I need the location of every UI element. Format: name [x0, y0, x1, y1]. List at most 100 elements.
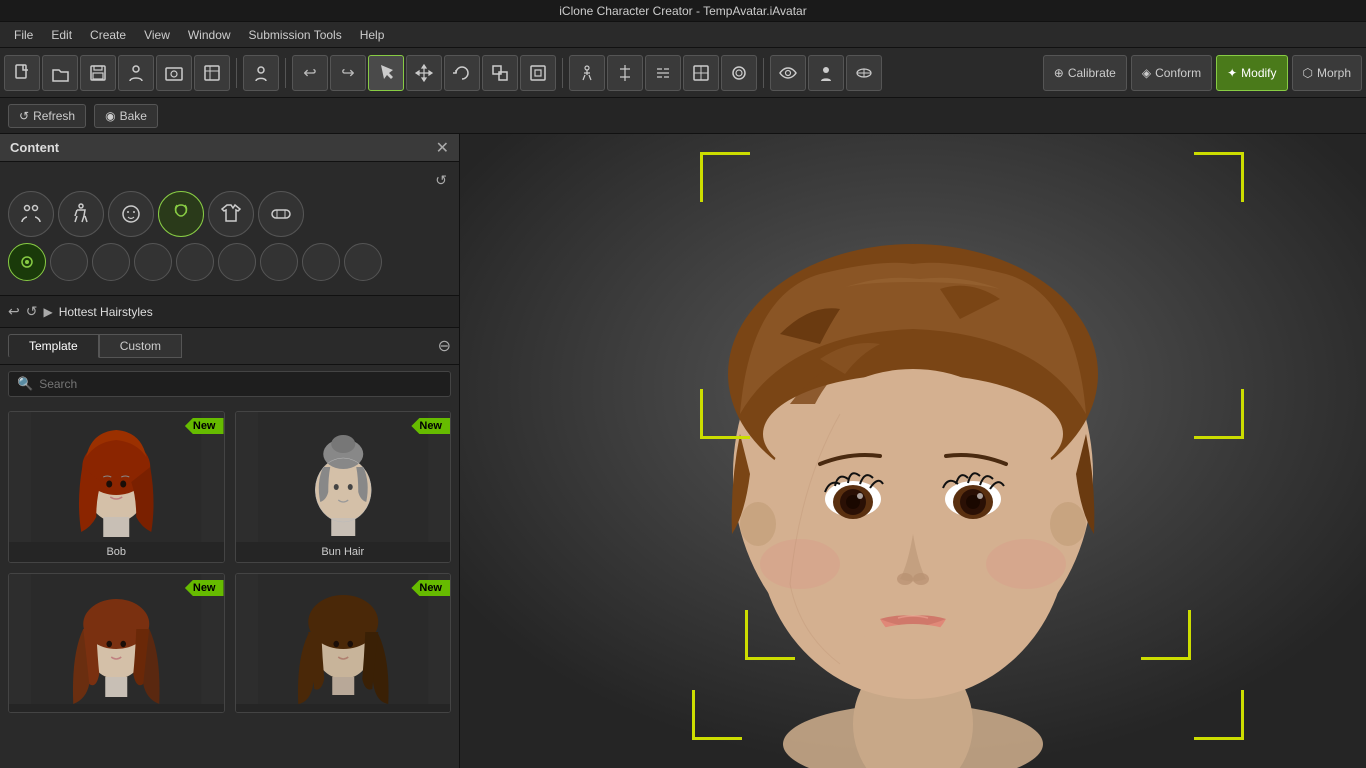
toolbar-rotate-btn[interactable]	[444, 55, 480, 91]
bracket-mid-right	[1194, 389, 1244, 439]
tab-template-btn[interactable]: Template	[8, 334, 99, 358]
toolbar-view-group	[770, 55, 882, 91]
category-face-btn[interactable]	[108, 191, 154, 237]
modify-label: Modify	[1241, 66, 1276, 80]
hair-grid: New Bob	[8, 411, 451, 713]
sub-cat-9-btn[interactable]	[344, 243, 382, 281]
hair-label-bun: Bun Hair	[236, 542, 451, 562]
sub-toolbar: ↺ Refresh ◉ Bake	[0, 98, 1366, 134]
morph-btn[interactable]: ⬡ Morph	[1292, 55, 1363, 91]
tabs-row: Template Custom ⊖	[0, 328, 459, 365]
viewport	[460, 134, 1366, 768]
toolbar-open-btn[interactable]	[42, 55, 78, 91]
toolbar-pose-group	[569, 55, 757, 91]
toolbar-scene-btn[interactable]	[194, 55, 230, 91]
toolbar-move-btn[interactable]	[406, 55, 442, 91]
tab-expand-btn[interactable]: ⊖	[438, 336, 451, 356]
toolbar-spread-btn[interactable]	[645, 55, 681, 91]
toolbar-redo-btn[interactable]: ↪	[330, 55, 366, 91]
toolbar-sep-1	[236, 58, 237, 88]
sub-cat-6-btn[interactable]	[218, 243, 256, 281]
conform-icon: ◈	[1142, 66, 1151, 80]
content-panel-header: Content ✕	[0, 134, 459, 162]
modify-icon: ✦	[1227, 66, 1237, 80]
morph-icon: ⬡	[1303, 66, 1313, 80]
refresh-breadcrumb-btn[interactable]: ↺	[26, 303, 38, 320]
refresh-label: Refresh	[33, 109, 75, 123]
toolbar-pose-btn[interactable]	[569, 55, 605, 91]
hair-item-long1[interactable]: New	[8, 573, 225, 713]
sub-cat-7-btn[interactable]	[260, 243, 298, 281]
sub-cat-4-btn[interactable]	[134, 243, 172, 281]
hair-label-long1	[9, 704, 224, 712]
calibrate-btn[interactable]: ⊕ Calibrate	[1043, 55, 1127, 91]
category-accessory-btn[interactable]	[258, 191, 304, 237]
category-body-btn[interactable]	[58, 191, 104, 237]
hair-label-bob: Bob	[9, 542, 224, 562]
new-badge-long2: New	[411, 580, 450, 596]
refresh-small-btn[interactable]: ↺	[435, 172, 447, 189]
bake-icon: ◉	[105, 109, 115, 123]
menu-create[interactable]: Create	[82, 26, 134, 44]
toolbar-sep-2	[285, 58, 286, 88]
toolbar-wireframe-btn[interactable]	[846, 55, 882, 91]
sub-cat-3-btn[interactable]	[92, 243, 130, 281]
toolbar-avatar-group	[243, 55, 279, 91]
sub-cat-5-btn[interactable]	[176, 243, 214, 281]
bracket-lower-left	[745, 610, 795, 660]
bracket-bottom-right	[1194, 690, 1244, 740]
search-box: 🔍	[8, 371, 451, 397]
toolbar-photo-btn[interactable]	[156, 55, 192, 91]
back-btn[interactable]: ↩	[8, 303, 20, 320]
sub-cat-8-btn[interactable]	[302, 243, 340, 281]
toolbar-new-btn[interactable]	[4, 55, 40, 91]
toolbar-scale-btn[interactable]	[482, 55, 518, 91]
toolbar-fit-btn[interactable]	[520, 55, 556, 91]
category-people-btn[interactable]	[8, 191, 54, 237]
refresh-btn[interactable]: ↺ Refresh	[8, 104, 86, 128]
search-input[interactable]	[39, 377, 442, 391]
morph-label: Morph	[1317, 66, 1351, 80]
menu-submission-tools[interactable]: Submission Tools	[241, 26, 350, 44]
hair-item-long2[interactable]: New	[235, 573, 452, 713]
new-badge-bob: New	[185, 418, 224, 434]
hair-item-bob[interactable]: New Bob	[8, 411, 225, 563]
toolbar-edit-group: ↩ ↪	[292, 55, 556, 91]
bracket-top-right	[1194, 152, 1244, 202]
conform-btn[interactable]: ◈ Conform	[1131, 55, 1212, 91]
toolbar-file-group	[4, 55, 230, 91]
toolbar-select-btn[interactable]	[368, 55, 404, 91]
calibrate-label: Calibrate	[1068, 66, 1116, 80]
menu-file[interactable]: File	[6, 26, 41, 44]
hair-item-bun[interactable]: New Bun Hair	[235, 411, 452, 563]
sub-cat-1-btn[interactable]	[8, 243, 46, 281]
hair-thumb-long1: New	[9, 574, 224, 704]
category-hair-btn[interactable]	[158, 191, 204, 237]
toolbar-sep-3	[562, 58, 563, 88]
calibrate-icon: ⊕	[1054, 66, 1064, 80]
toolbar-save-btn[interactable]	[80, 55, 116, 91]
toolbar-eye-btn[interactable]	[770, 55, 806, 91]
search-row: 🔍	[0, 365, 459, 403]
sub-cat-2-btn[interactable]	[50, 243, 88, 281]
toolbar-undo-btn[interactable]: ↩	[292, 55, 328, 91]
menu-view[interactable]: View	[136, 26, 178, 44]
menu-window[interactable]: Window	[180, 26, 239, 44]
bake-btn[interactable]: ◉ Bake	[94, 104, 158, 128]
category-clothing-btn[interactable]	[208, 191, 254, 237]
modify-btn[interactable]: ✦ Modify	[1216, 55, 1287, 91]
menu-edit[interactable]: Edit	[43, 26, 80, 44]
new-badge-bun: New	[411, 418, 450, 434]
content-panel-title: Content	[10, 140, 59, 155]
toolbar-silhouette-btn[interactable]	[808, 55, 844, 91]
toolbar-options-btn[interactable]	[721, 55, 757, 91]
close-panel-btn[interactable]: ✕	[436, 138, 449, 158]
main-category-row	[8, 191, 451, 237]
tab-custom-btn[interactable]: Custom	[99, 334, 182, 358]
toolbar-align2-btn[interactable]	[683, 55, 719, 91]
toolbar-align-btn[interactable]	[607, 55, 643, 91]
toolbar-character-btn[interactable]	[118, 55, 154, 91]
toolbar-avatar-btn[interactable]	[243, 55, 279, 91]
refresh-icon: ↺	[19, 109, 29, 123]
menu-help[interactable]: Help	[352, 26, 393, 44]
